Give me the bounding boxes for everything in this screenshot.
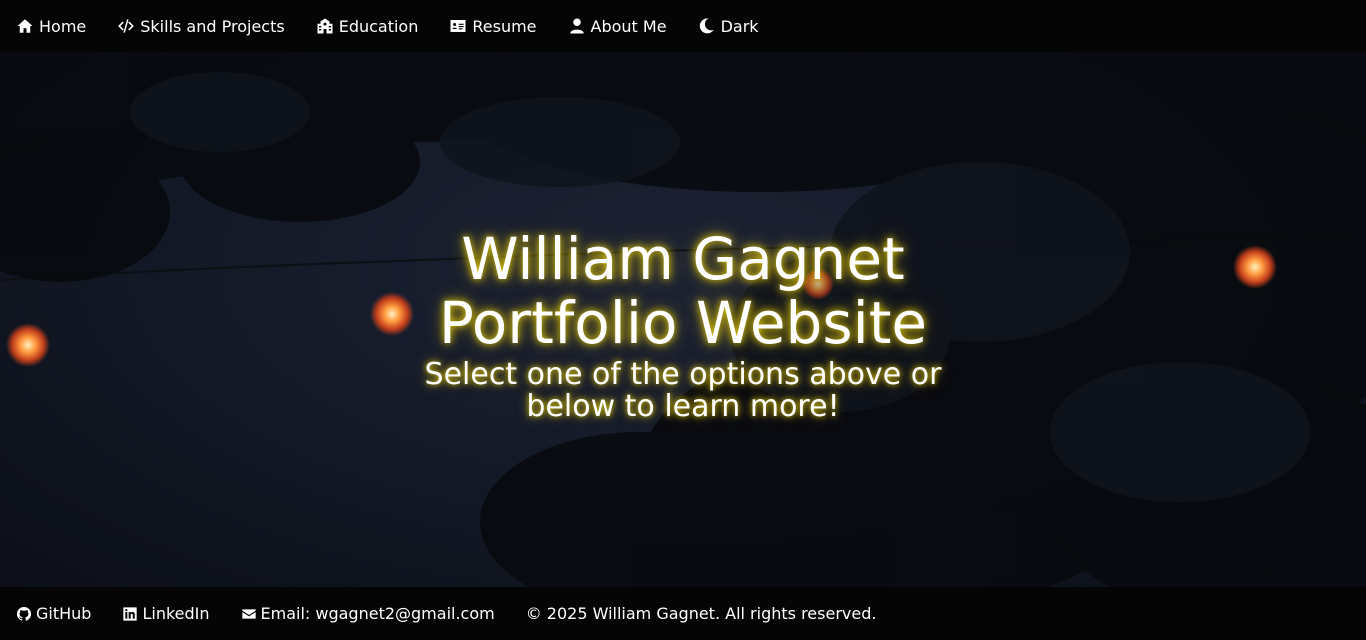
- footer-copyright: © 2025 William Gagnet. All rights reserv…: [525, 604, 877, 623]
- nav-item-label: Dark: [720, 16, 759, 36]
- hero-text-block: William Gagnet Portfolio Website Select …: [0, 52, 1366, 587]
- hero-title-line-1: William Gagnet: [461, 224, 905, 293]
- nav-item-label: Skills and Projects: [140, 16, 285, 36]
- footer-email-label: Email: wgagnet2@gmail.com: [260, 604, 495, 623]
- code-icon: [118, 19, 135, 33]
- nav-item-label: Education: [338, 16, 419, 36]
- moon-icon: [699, 18, 714, 34]
- hero-subtitle: Select one of the options above or below…: [424, 356, 942, 424]
- envelope-icon: [241, 608, 256, 619]
- nav-item-dark-mode-toggle[interactable]: Dark: [698, 17, 759, 36]
- linkedin-icon: [123, 606, 138, 621]
- hero-section: William Gagnet Portfolio Website Select …: [0, 52, 1366, 587]
- user-icon: [569, 18, 584, 34]
- nav-item-education[interactable]: Education: [316, 16, 419, 36]
- footer: GitHub LinkedIn Email: wgagnet2@gmail.co…: [0, 587, 1366, 640]
- footer-github-label: GitHub: [36, 604, 92, 623]
- footer-github-link[interactable]: GitHub: [16, 604, 91, 623]
- hero-title: William Gagnet Portfolio Website: [373, 227, 993, 355]
- footer-email-link[interactable]: Email: wgagnet2@gmail.com: [241, 604, 495, 623]
- nav-item-about-me[interactable]: About Me: [568, 17, 667, 36]
- github-icon: [16, 606, 32, 621]
- top-nav: Home Skills and Projects Education Resum…: [0, 0, 1366, 52]
- id-card-icon: [450, 20, 466, 32]
- home-icon: [17, 19, 33, 33]
- footer-linkedin-label: LinkedIn: [142, 604, 210, 623]
- nav-item-home[interactable]: Home: [16, 17, 86, 36]
- nav-item-label: Resume: [472, 16, 537, 36]
- hero-title-line-2: Portfolio Website: [438, 288, 928, 357]
- nav-item-label: About Me: [590, 16, 667, 36]
- nav-item-resume[interactable]: Resume: [449, 16, 537, 36]
- nav-item-label: Home: [39, 16, 87, 36]
- page: Home Skills and Projects Education Resum…: [0, 0, 1366, 640]
- nav-item-skills-and-projects[interactable]: Skills and Projects: [117, 16, 285, 36]
- school-icon: [317, 18, 333, 34]
- footer-linkedin-link[interactable]: LinkedIn: [122, 604, 210, 623]
